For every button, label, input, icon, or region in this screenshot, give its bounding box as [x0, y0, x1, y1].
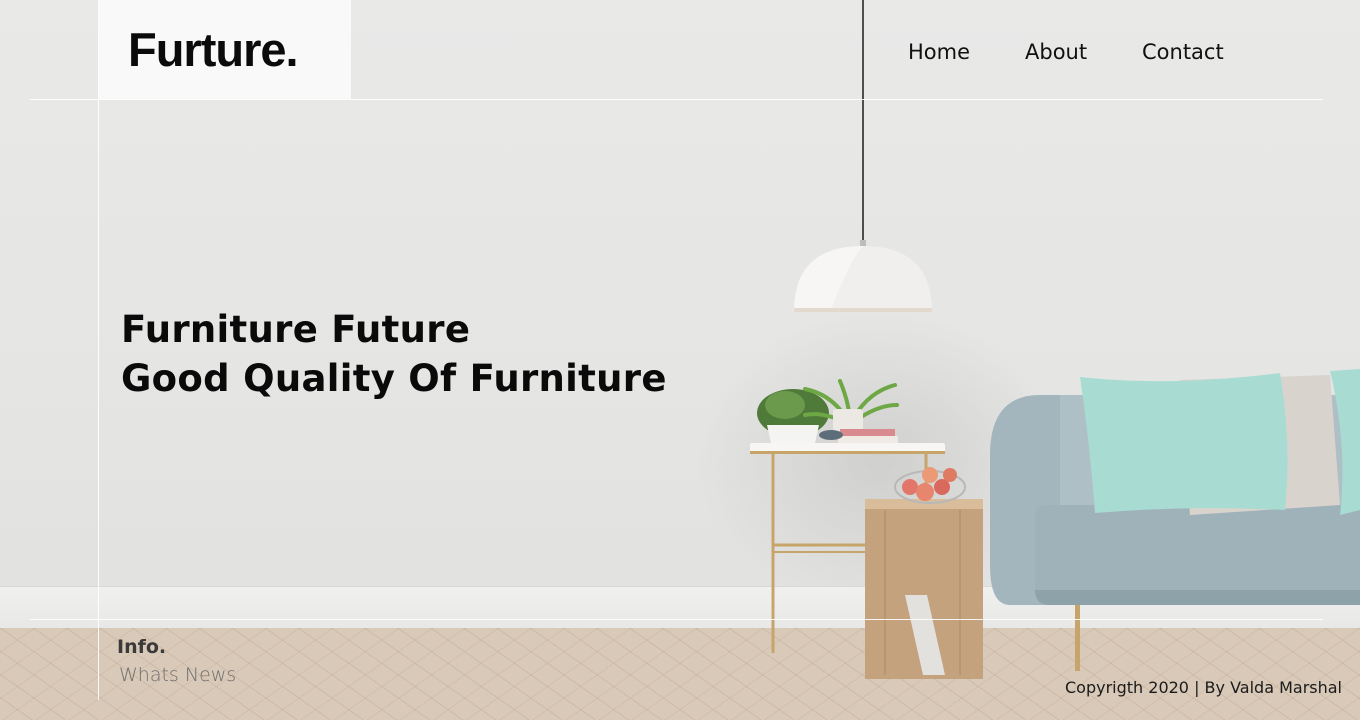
copyright-text: Copyrigth 2020 | By Valda Marshal: [1065, 678, 1342, 697]
top-guide-line: [30, 99, 1323, 100]
info-title: Info.: [117, 636, 167, 658]
sofa-illustration: [990, 369, 1360, 671]
nav-about[interactable]: About: [1025, 40, 1087, 64]
nav-contact[interactable]: Contact: [1142, 40, 1224, 64]
whats-news-link[interactable]: Whats News: [119, 664, 236, 686]
left-guide-line: [98, 0, 99, 700]
bottom-guide-line: [30, 619, 1323, 620]
brand-logo[interactable]: Furture.: [128, 22, 299, 77]
hero-heading-line-2: Good Quality Of Furniture: [121, 357, 667, 400]
nav-home[interactable]: Home: [908, 40, 970, 64]
side-table-illustration: [750, 379, 983, 679]
hero-heading-line-1: Furniture Future: [121, 308, 471, 351]
